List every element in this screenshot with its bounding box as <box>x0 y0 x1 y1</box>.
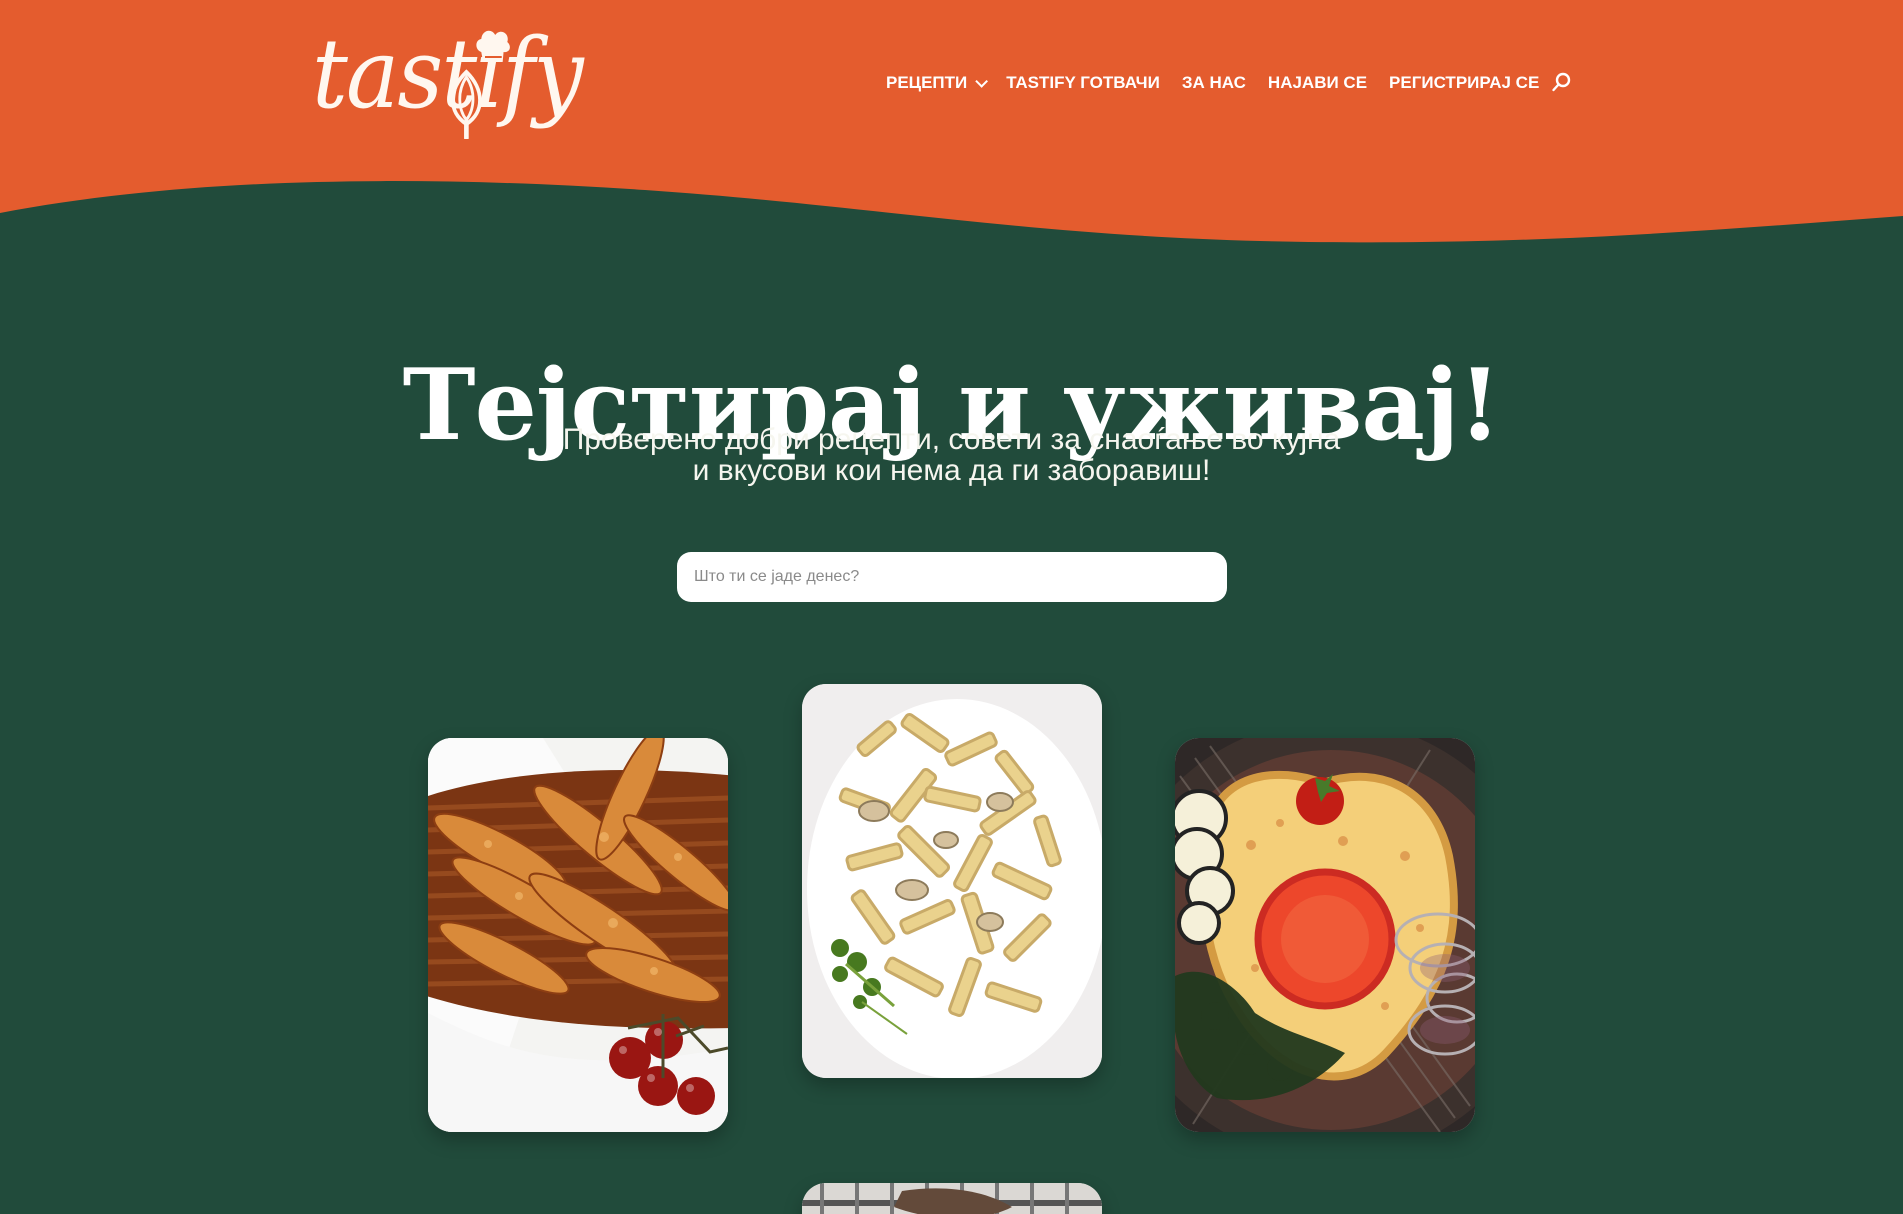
chevron-down-icon <box>975 74 989 88</box>
tastify-logo[interactable]: tastify <box>312 26 591 139</box>
nav-recipes[interactable]: РЕЦЕПТИ <box>886 71 989 95</box>
recipe-search-box[interactable] <box>677 552 1227 602</box>
main-navigation: РЕЦЕПТИ TASTIFY ГОТВАЧИ ЗА НАС НАЈАВИ СЕ… <box>886 71 1571 95</box>
breadsticks-food-image <box>428 738 728 1132</box>
plate-image[interactable] <box>1175 738 1475 1132</box>
recipe-search-input[interactable] <box>692 567 1212 587</box>
nav-login[interactable]: НАЈАВИ СЕ <box>1268 71 1367 95</box>
hero-subtitle: Проверено добри рецепти, совети за снаоѓ… <box>540 424 1363 486</box>
tastify-homepage: tastify РЕЦЕПТИ TASTIFY ГОТВАЧИ ЗА НАС Н… <box>0 0 1903 1214</box>
nav-tastify-chefs[interactable]: TASTIFY ГОТВАЧИ <box>1006 71 1160 95</box>
nav-tastify-chefs-label: TASTIFY ГОТВАЧИ <box>1006 73 1160 92</box>
chef-hat-icon <box>476 30 510 62</box>
header-orange-wave <box>0 0 1903 243</box>
nav-register-label: РЕГИСТРИРАЈ СЕ <box>1389 73 1540 92</box>
search-icon[interactable] <box>1550 71 1574 95</box>
nav-about-us[interactable]: ЗА НАС <box>1182 71 1246 95</box>
hero-subtitle-line-2: и вкусови кои нема да ги заборавиш! <box>692 454 1211 487</box>
nav-about-us-label: ЗА НАС <box>1181 73 1246 92</box>
nav-login-label: НАЈАВИ СЕ <box>1267 73 1368 92</box>
whisk-icon <box>451 69 482 139</box>
partial-food-image-graphic <box>802 1183 1102 1214</box>
partial-food-image[interactable] <box>802 1183 1102 1214</box>
nav-recipes-label: РЕЦЕПТИ <box>886 73 968 92</box>
nav-register[interactable]: РЕГИСТРИРАЈ СЕ <box>1389 71 1539 95</box>
cheese-plate-food-image <box>1175 738 1475 1132</box>
breadsticks-image[interactable] <box>428 738 728 1132</box>
hero-subtitle-line-1: Проверено добри рецепти, совети за снаоѓ… <box>562 423 1341 456</box>
pasta-food-image <box>802 684 1102 1078</box>
pasta-image[interactable] <box>802 684 1102 1078</box>
